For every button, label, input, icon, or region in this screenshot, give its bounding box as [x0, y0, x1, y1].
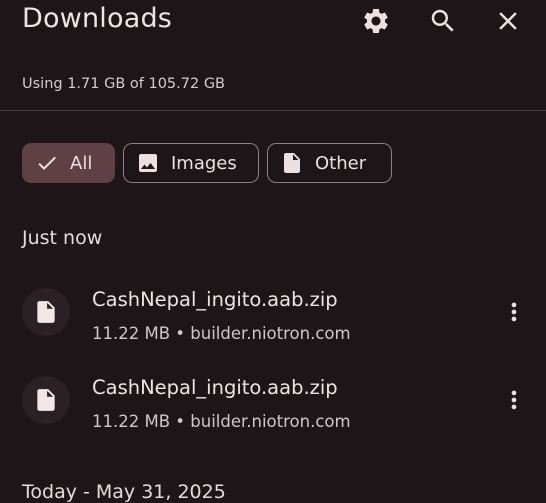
- search-icon: [431, 9, 454, 32]
- gear-icon: [364, 8, 388, 33]
- list-item[interactable]: CashNepal_ingito.aab.zip 11.22 MB • buil…: [0, 288, 546, 358]
- more-vert-icon: [511, 302, 517, 322]
- file-source: builder.niotron.com: [190, 412, 351, 431]
- meta-separator: •: [175, 324, 186, 343]
- file-icon: [37, 301, 55, 323]
- file-meta: 11.22 MB • builder.niotron.com: [92, 412, 351, 431]
- filter-chip-other[interactable]: Other: [267, 143, 392, 183]
- page-title: Downloads: [22, 3, 173, 34]
- filter-chip-all[interactable]: All: [22, 143, 115, 183]
- file-icon: [37, 389, 55, 411]
- file-icon: [284, 153, 300, 173]
- more-options-button[interactable]: [500, 384, 528, 416]
- file-source: builder.niotron.com: [190, 324, 351, 343]
- settings-button[interactable]: [361, 6, 391, 36]
- file-avatar: [22, 288, 70, 336]
- storage-usage: Using 1.71 GB of 105.72 GB: [22, 76, 225, 92]
- file-name: CashNepal_ingito.aab.zip: [92, 376, 338, 399]
- section-heading-just-now: Just now: [22, 227, 103, 249]
- check-icon: [38, 156, 56, 170]
- list-item[interactable]: CashNepal_ingito.aab.zip 11.22 MB • buil…: [0, 376, 546, 446]
- filter-chip-images[interactable]: Images: [123, 143, 259, 183]
- close-button[interactable]: [493, 6, 523, 36]
- more-options-button[interactable]: [500, 296, 528, 328]
- app-bar: Downloads: [0, 0, 546, 44]
- meta-separator: •: [175, 412, 186, 431]
- image-icon: [139, 154, 157, 172]
- file-size: 11.22 MB: [92, 412, 171, 431]
- search-button[interactable]: [428, 6, 458, 36]
- close-icon: [499, 12, 517, 30]
- file-avatar: [22, 376, 70, 424]
- filter-chip-label: All: [70, 152, 93, 174]
- filter-chip-label: Other: [315, 152, 367, 174]
- divider: [0, 110, 546, 111]
- file-size: 11.22 MB: [92, 324, 171, 343]
- filter-chip-label: Images: [171, 152, 237, 174]
- filter-chips: All Images Other: [22, 143, 392, 183]
- file-name: CashNepal_ingito.aab.zip: [92, 288, 338, 311]
- file-meta: 11.22 MB • builder.niotron.com: [92, 324, 351, 343]
- more-vert-icon: [511, 390, 517, 410]
